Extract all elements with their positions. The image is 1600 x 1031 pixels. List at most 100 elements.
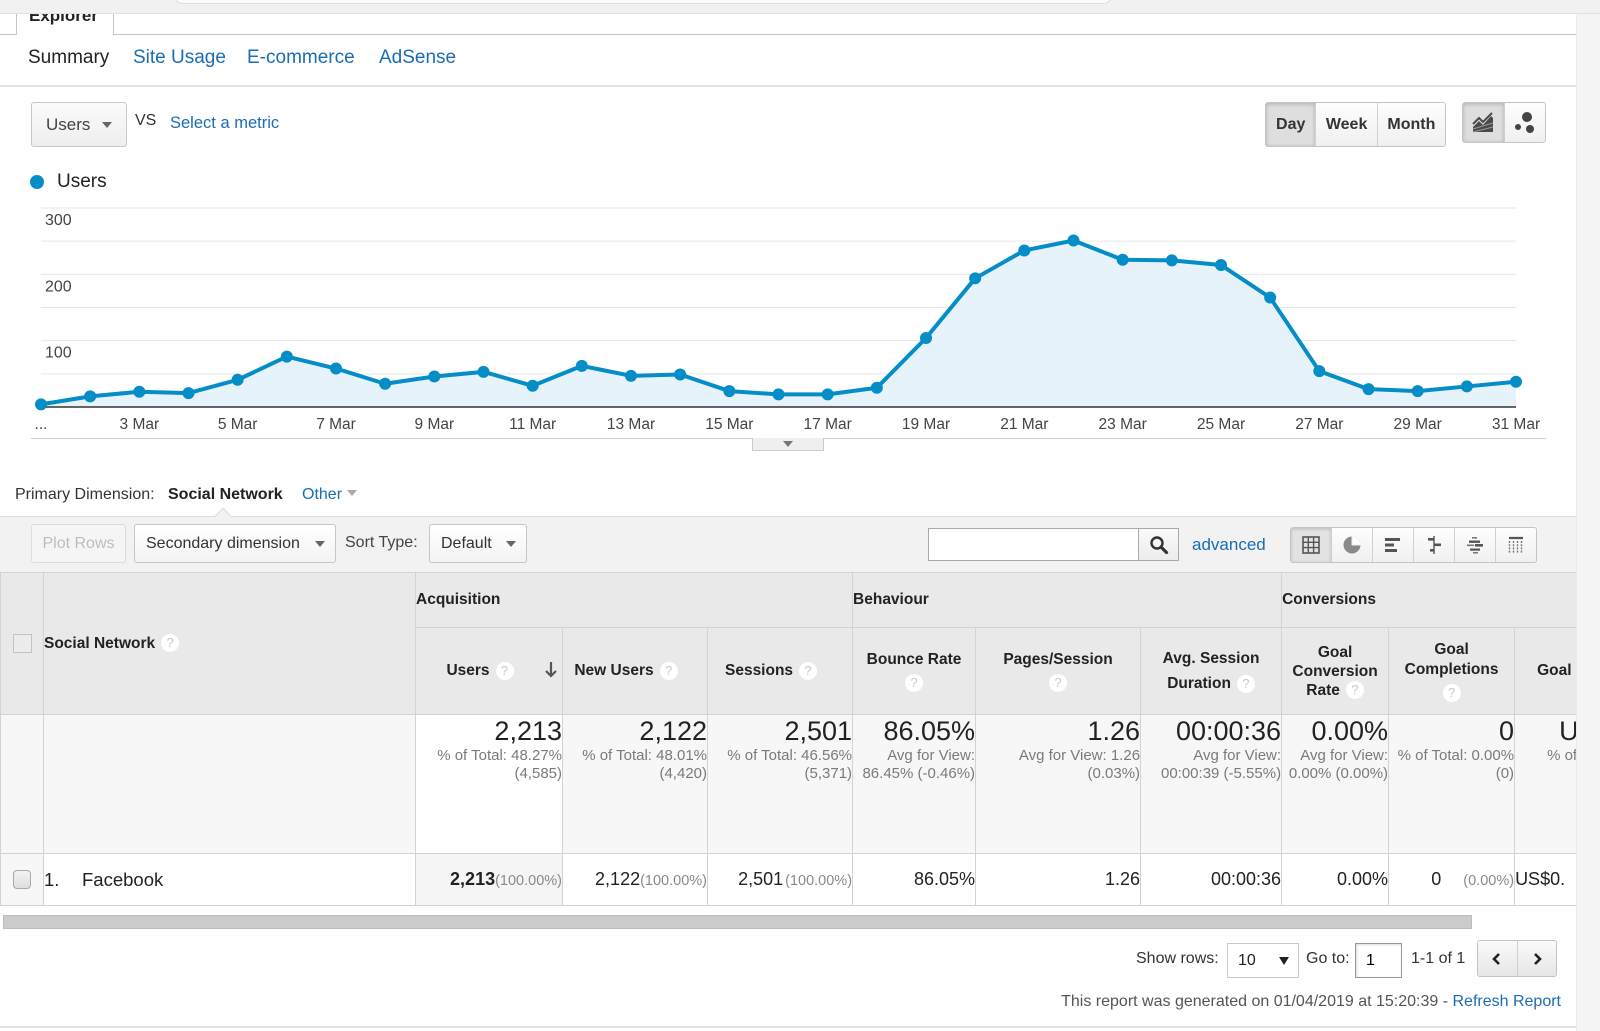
goto-page-input[interactable] (1355, 943, 1402, 978)
data-point[interactable] (1165, 254, 1178, 267)
data-point[interactable] (1460, 380, 1473, 393)
performance-view-button[interactable] (1372, 528, 1413, 562)
column-header-pages-session[interactable]: Pages/Session (975, 627, 1142, 715)
help-icon[interactable] (1049, 674, 1068, 692)
table-search-input[interactable] (928, 528, 1139, 561)
table-search-button[interactable] (1138, 528, 1179, 561)
column-header-goal-completions[interactable]: Goal Completions (1388, 627, 1516, 715)
advanced-filter-link[interactable]: advanced (1192, 535, 1266, 555)
plot-rows-button[interactable]: Plot Rows (31, 524, 126, 563)
percentage-view-button[interactable] (1331, 528, 1372, 562)
data-point[interactable] (1313, 365, 1326, 378)
table-group-header-row: Social Network Acquisition Behaviour Con… (0, 572, 1576, 715)
x-tick-label: 29 Mar (1394, 416, 1442, 433)
data-point[interactable] (1510, 375, 1522, 388)
x-tick-label: 21 Mar (1000, 416, 1048, 433)
data-point[interactable] (870, 381, 883, 394)
primary-dimension-other[interactable]: Other (302, 486, 358, 504)
column-header-new-users[interactable]: New Users (562, 627, 708, 715)
row-checkbox[interactable] (13, 870, 31, 889)
secondary-dimension-dropdown[interactable]: Secondary dimension (134, 524, 336, 563)
metric-dropdown[interactable]: Users (31, 102, 127, 147)
next-page-button[interactable] (1516, 941, 1556, 976)
data-point[interactable] (280, 350, 293, 363)
primary-dimension-social-network[interactable]: Social Network (168, 486, 283, 504)
help-icon[interactable] (1442, 684, 1461, 702)
column-header-bounce-rate[interactable]: Bounce Rate (852, 627, 977, 715)
select-all-checkbox[interactable] (13, 634, 32, 653)
column-header-users[interactable]: Users (415, 627, 563, 715)
data-point[interactable] (133, 385, 146, 398)
data-point[interactable] (920, 332, 932, 345)
month-button[interactable]: Month (1376, 103, 1445, 146)
motion-chart-button[interactable] (1503, 103, 1545, 142)
table-view-button[interactable] (1291, 528, 1331, 562)
data-point[interactable] (35, 398, 47, 411)
data-point[interactable] (428, 370, 441, 383)
row-checkbox-cell (0, 853, 44, 906)
refresh-report-link[interactable]: Refresh Report (1453, 993, 1562, 1010)
sort-descending-icon[interactable] (544, 661, 558, 679)
data-point[interactable] (625, 369, 637, 382)
data-point[interactable] (1264, 291, 1277, 304)
sort-type-dropdown[interactable]: Default (429, 524, 527, 563)
table-view-icon (1302, 536, 1320, 554)
subtab-summary[interactable]: Summary (28, 47, 109, 69)
x-tick-label: 23 Mar (1099, 416, 1147, 433)
comparison-view-button[interactable] (1413, 528, 1454, 562)
data-point[interactable] (575, 359, 588, 372)
x-tick-label: 13 Mar (607, 416, 655, 433)
data-point[interactable] (84, 390, 97, 403)
cell-value: 2,501 (738, 869, 784, 889)
data-point[interactable] (330, 362, 342, 375)
subtab-adsense[interactable]: AdSense (379, 47, 456, 69)
chevron-right-icon (1533, 952, 1542, 965)
subtab-ecommerce[interactable]: E-commerce (247, 47, 355, 69)
cell-avg-session-duration: 00:00:36 (1140, 853, 1283, 906)
data-point[interactable] (772, 388, 785, 401)
help-icon[interactable] (905, 674, 924, 692)
column-header-goal-conversion-rate[interactable]: Goal Conversion Rate (1281, 627, 1390, 715)
data-point[interactable] (1411, 385, 1424, 398)
cell-goal-conversion-rate: 0.00% (1281, 853, 1390, 906)
column-header-goal-value[interactable]: Goal Value (1514, 627, 1576, 715)
data-point[interactable] (477, 365, 490, 378)
data-point[interactable] (674, 368, 687, 381)
data-point[interactable] (379, 377, 392, 390)
line-chart-button[interactable] (1463, 103, 1504, 142)
help-icon[interactable] (161, 634, 180, 653)
help-icon[interactable] (495, 661, 514, 680)
pivot-view-button[interactable] (1495, 528, 1536, 562)
total-value: 2,122 (639, 716, 707, 746)
help-icon[interactable] (1236, 674, 1255, 693)
data-point[interactable] (1067, 234, 1080, 247)
data-point[interactable] (182, 387, 195, 400)
data-point[interactable] (231, 373, 244, 386)
data-point[interactable] (821, 388, 834, 401)
previous-page-button[interactable] (1478, 941, 1517, 976)
data-point[interactable] (969, 272, 982, 285)
row-dimension-link[interactable]: Facebook (82, 869, 163, 890)
term-cloud-view-button[interactable] (1454, 528, 1495, 562)
horizontal-scrollbar[interactable] (3, 915, 1472, 929)
day-button[interactable]: Day (1266, 103, 1316, 146)
help-icon[interactable] (1345, 681, 1364, 700)
data-point[interactable] (723, 385, 736, 398)
data-point[interactable] (1215, 259, 1227, 272)
week-button[interactable]: Week (1315, 103, 1377, 146)
dimension-column-header[interactable]: Social Network (43, 572, 416, 715)
select-metric-link[interactable]: Select a metric (170, 114, 279, 133)
data-point[interactable] (526, 379, 539, 392)
help-icon[interactable] (799, 661, 818, 680)
chevron-down-icon (506, 541, 516, 547)
data-point[interactable] (1362, 383, 1375, 396)
column-header-sessions[interactable]: Sessions (706, 627, 854, 715)
chart-collapse-toggle[interactable] (752, 438, 824, 451)
top-search-bar[interactable] (173, 0, 1113, 4)
show-rows-select[interactable]: 10 (1227, 943, 1299, 978)
data-point[interactable] (1116, 253, 1129, 266)
help-icon[interactable] (659, 661, 678, 680)
column-header-avg-session-duration[interactable]: Avg. Session Duration (1140, 627, 1283, 715)
data-point[interactable] (1018, 244, 1031, 257)
subtab-site-usage[interactable]: Site Usage (133, 47, 226, 69)
